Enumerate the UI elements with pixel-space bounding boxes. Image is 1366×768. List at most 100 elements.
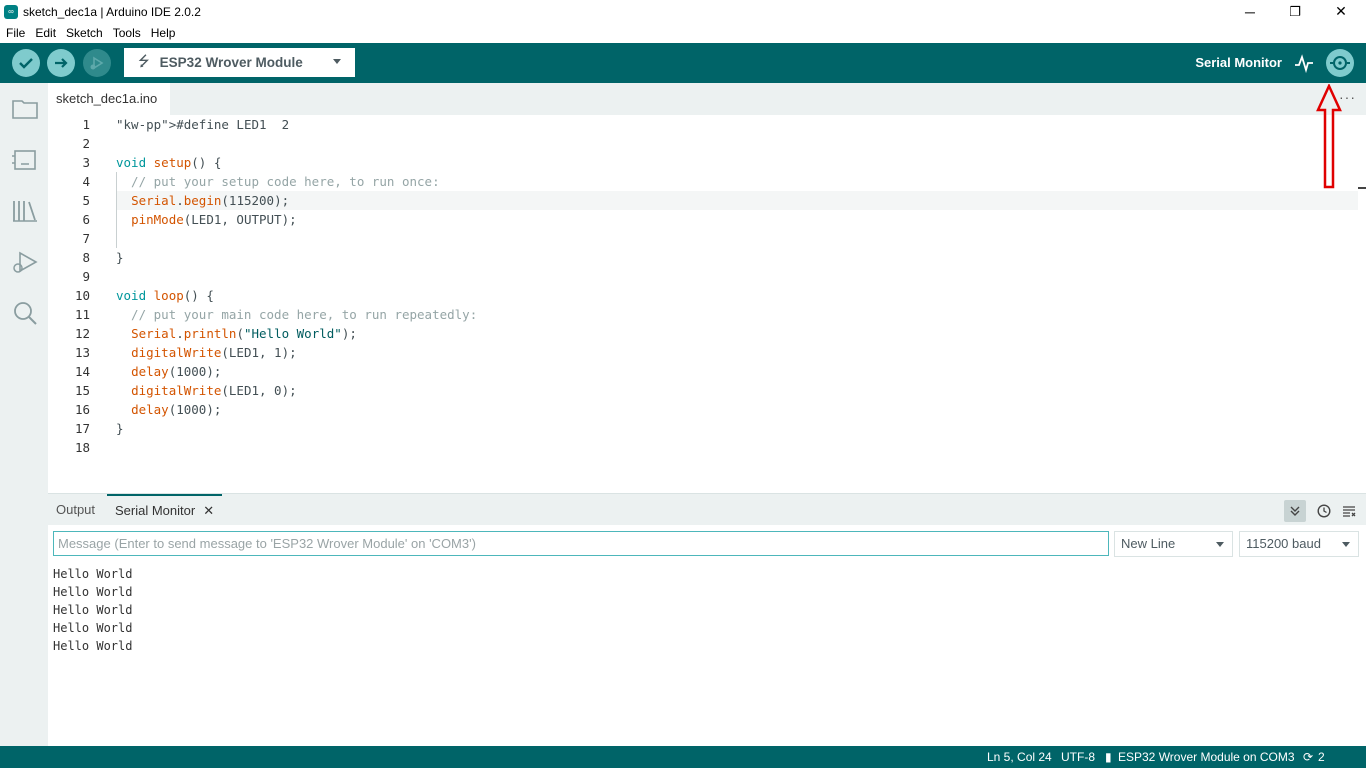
notification-icon[interactable]: ⟳: [1303, 750, 1313, 764]
notification-count[interactable]: 2: [1318, 750, 1325, 764]
code-editor[interactable]: 1 2 3 4 5 6 7 8 9 10 11 12 13 14 15 16 17 18 "kw-pp">#def…: [48, 115, 1366, 493]
tab-serial-monitor-label: Serial Monitor: [115, 503, 196, 518]
folder-icon[interactable]: [11, 95, 39, 123]
menu-sketch[interactable]: Sketch: [61, 26, 108, 40]
output-line: Hello World: [53, 639, 133, 653]
restore-button[interactable]: ❐: [1272, 0, 1318, 23]
output-line: Hello World: [53, 585, 133, 599]
menu-bar: File Edit Sketch Tools Help: [0, 23, 1366, 43]
upload-button[interactable]: [47, 49, 75, 77]
line-number: 17: [74, 421, 90, 436]
minimize-button[interactable]: ─: [1227, 0, 1273, 23]
line-number: 15: [74, 383, 90, 398]
debug-button[interactable]: [83, 49, 111, 77]
line-number: 4: [82, 174, 90, 189]
window-title: sketch_dec1a | Arduino IDE 2.0.2: [23, 4, 201, 19]
tab-output[interactable]: Output: [56, 494, 95, 526]
file-encoding[interactable]: UTF-8: [1061, 750, 1095, 764]
chevron-down-icon: [1342, 542, 1350, 547]
cursor-position[interactable]: Ln 5, Col 24: [987, 750, 1052, 764]
code-line[interactable]: digitalWrite(LED1, 1);: [116, 343, 297, 362]
code-line[interactable]: "kw-pp">#define LED1 2: [116, 115, 289, 134]
menu-help[interactable]: Help: [146, 26, 181, 40]
line-ending-select[interactable]: New Line: [1114, 531, 1233, 557]
baud-rate-select[interactable]: 115200 baud: [1239, 531, 1359, 557]
serial-monitor-label: Serial Monitor: [1195, 55, 1282, 70]
serial-plotter-icon[interactable]: [1292, 51, 1316, 75]
menu-edit[interactable]: Edit: [30, 26, 61, 40]
line-number: 16: [74, 402, 90, 417]
message-input[interactable]: [53, 531, 1109, 556]
verify-button[interactable]: [12, 49, 40, 77]
magnifier-icon: [1330, 56, 1350, 70]
line-number: 8: [82, 250, 90, 265]
overview-ruler-mark: [1358, 187, 1366, 189]
tab-sketch-file[interactable]: sketch_dec1a.ino: [48, 83, 171, 115]
code-line[interactable]: digitalWrite(LED1, 0);: [116, 381, 297, 400]
code-line[interactable]: Serial.println("Hello World");: [116, 324, 357, 343]
board-port-status[interactable]: ESP32 Wrover Module on COM3: [1118, 750, 1295, 764]
line-ending-value: New Line: [1121, 536, 1176, 551]
board-name: ESP32 Wrover Module: [159, 55, 303, 70]
close-button[interactable]: ✕: [1318, 0, 1364, 23]
code-line[interactable]: // put your setup code here, to run once…: [116, 172, 440, 191]
tab-serial-monitor[interactable]: Serial Monitor ✕: [107, 494, 223, 526]
board-manager-icon[interactable]: [11, 146, 39, 174]
chip-icon: ▮: [1105, 750, 1112, 764]
serial-monitor-button[interactable]: [1326, 49, 1354, 77]
line-number: 2: [82, 136, 90, 151]
output-line: Hello World: [53, 621, 133, 635]
close-tab-icon[interactable]: ✕: [203, 503, 214, 518]
serial-output: Hello World Hello World Hello World Hell…: [53, 565, 132, 655]
baud-rate-value: 115200 baud: [1246, 536, 1321, 551]
activity-sidebar: [0, 83, 48, 746]
board-selector[interactable]: ⭍ ESP32 Wrover Module: [124, 48, 355, 77]
line-number: 5: [82, 193, 90, 208]
red-arrow-annotation: [1316, 84, 1342, 189]
status-bar: Ln 5, Col 24 UTF-8 ▮ ESP32 Wrover Module…: [0, 746, 1366, 768]
timestamp-button[interactable]: [1313, 500, 1335, 522]
line-number: 1: [82, 117, 90, 132]
chevron-down-icon: [333, 59, 341, 64]
arrow-right-icon: [55, 58, 68, 68]
output-line: Hello World: [53, 603, 133, 617]
code-line[interactable]: void setup() {: [116, 153, 221, 172]
output-line: Hello World: [53, 567, 133, 581]
line-number: 7: [82, 231, 90, 246]
code-line[interactable]: void loop() {: [116, 286, 214, 305]
line-number: 9: [82, 269, 90, 284]
line-number: 18: [74, 440, 90, 455]
double-chevron-down-icon: [1290, 506, 1300, 516]
clock-icon: [1317, 504, 1331, 518]
menu-file[interactable]: File: [1, 26, 30, 40]
line-number: 13: [74, 345, 90, 360]
toolbar: ⭍ ESP32 Wrover Module Serial Monitor: [0, 43, 1366, 83]
debug-sidebar-icon[interactable]: [11, 248, 39, 276]
code-line[interactable]: delay(1000);: [116, 362, 221, 381]
title-bar: ∞ sketch_dec1a | Arduino IDE 2.0.2 ─ ❐ ✕: [0, 0, 1366, 23]
autoscroll-button[interactable]: [1284, 500, 1306, 522]
chevron-down-icon: [1216, 542, 1224, 547]
arduino-logo-icon: ∞: [4, 4, 18, 19]
menu-tools[interactable]: Tools: [108, 26, 146, 40]
line-number: 6: [82, 212, 90, 227]
line-number: 10: [74, 288, 90, 303]
code-line[interactable]: }: [116, 248, 124, 267]
line-number: 11: [74, 307, 90, 322]
bottom-panel-tabs: Output Serial Monitor ✕: [48, 493, 1366, 525]
code-line[interactable]: delay(1000);: [116, 400, 221, 419]
code-line[interactable]: pinMode(LED1, OUTPUT);: [116, 210, 297, 229]
code-line[interactable]: }: [116, 419, 124, 438]
line-number: 14: [74, 364, 90, 379]
serial-monitor-panel: New Line 115200 baud Hello World Hello W…: [48, 525, 1366, 746]
code-line[interactable]: // put your main code here, to run repea…: [116, 305, 477, 324]
debug-icon: [90, 56, 104, 70]
current-line-highlight: [116, 191, 1358, 210]
code-line[interactable]: Serial.begin(115200);: [116, 191, 289, 210]
usb-icon: ⭍: [138, 52, 150, 69]
line-number: 12: [74, 326, 90, 341]
clear-output-button[interactable]: [1338, 500, 1360, 522]
checkmark-icon: [19, 58, 33, 69]
library-manager-icon[interactable]: [11, 197, 39, 225]
search-icon[interactable]: [11, 299, 39, 327]
